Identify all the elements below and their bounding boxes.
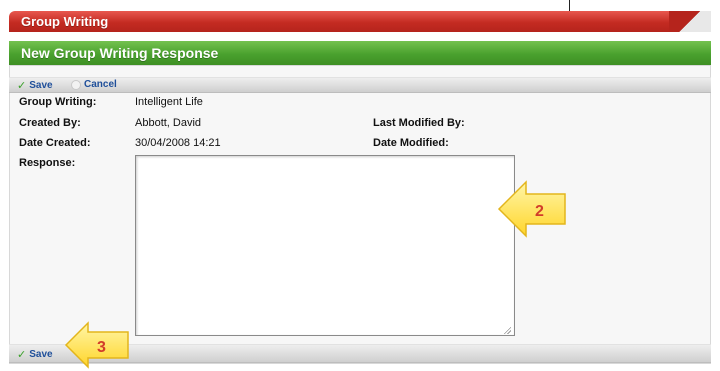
section-title: Group Writing: [21, 14, 109, 29]
resize-grip-icon[interactable]: [503, 326, 511, 334]
callout-number-2: 2: [535, 203, 544, 220]
check-icon: ✓: [17, 349, 27, 361]
response-label: Response:: [19, 157, 76, 169]
date-created-value: 30/04/2008 14:21: [135, 137, 221, 149]
callout-arrow-3-icon: 3: [64, 321, 129, 369]
save-label: Save: [29, 349, 53, 360]
page-title: New Group Writing Response: [21, 45, 219, 61]
response-textarea[interactable]: [135, 155, 515, 336]
check-icon: ✓: [17, 80, 27, 92]
save-label: Save: [29, 80, 53, 91]
save-button-bottom[interactable]: ✓ Save: [17, 348, 53, 361]
corner-fold-icon: [669, 11, 711, 32]
callout-number-3: 3: [97, 339, 106, 356]
save-button-top[interactable]: ✓ Save: [17, 79, 53, 92]
group-writing-value: Intelligent Life: [135, 96, 203, 108]
cancel-circle-icon: [71, 79, 81, 90]
date-modified-label: Date Modified:: [373, 137, 449, 149]
date-created-label: Date Created:: [19, 137, 91, 149]
text-cursor-mark: [569, 0, 570, 11]
section-header: Group Writing: [9, 11, 711, 32]
cancel-button[interactable]: Cancel: [71, 79, 117, 90]
callout-arrow-2-icon: 2: [497, 180, 566, 238]
created-by-label: Created By:: [19, 117, 81, 129]
cancel-label: Cancel: [84, 79, 117, 90]
created-by-value: Abbott, David: [135, 117, 202, 129]
top-toolbar: ✓ Save Cancel: [9, 77, 711, 93]
page-header: New Group Writing Response: [9, 41, 711, 65]
last-modified-by-label: Last Modified By:: [373, 117, 465, 129]
group-writing-label: Group Writing:: [19, 96, 97, 108]
